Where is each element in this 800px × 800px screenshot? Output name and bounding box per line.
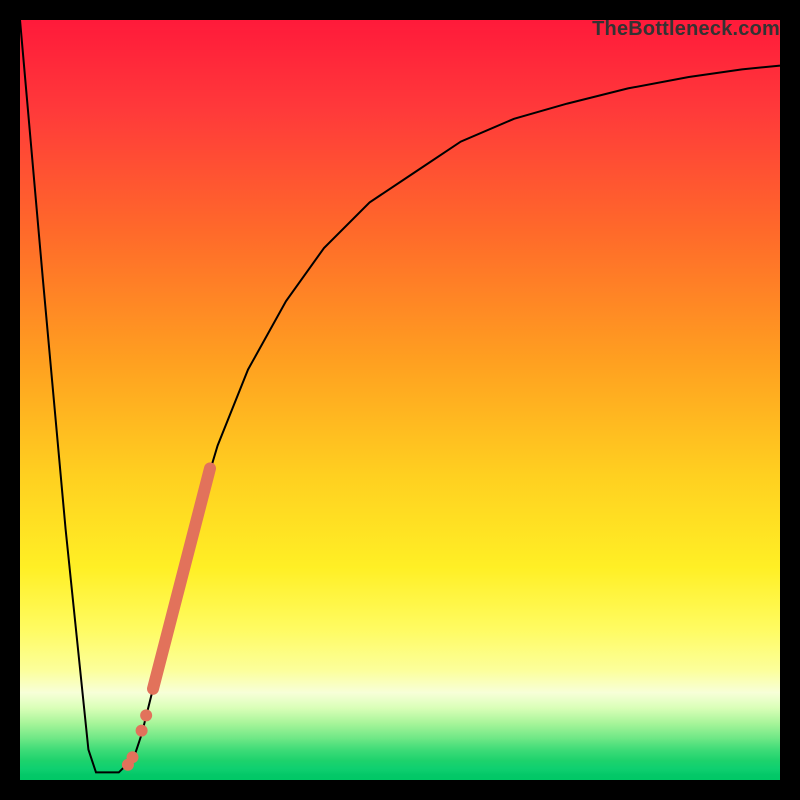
- data-point: [136, 725, 148, 737]
- chart-root: TheBottleneck.com: [0, 0, 800, 800]
- data-point: [126, 751, 138, 763]
- highlight-segment: [153, 468, 210, 688]
- bottleneck-curve: [20, 20, 780, 772]
- plot-area: TheBottleneck.com: [20, 20, 780, 780]
- data-points: [122, 709, 152, 770]
- curve-layer: [20, 20, 780, 780]
- data-point: [140, 709, 152, 721]
